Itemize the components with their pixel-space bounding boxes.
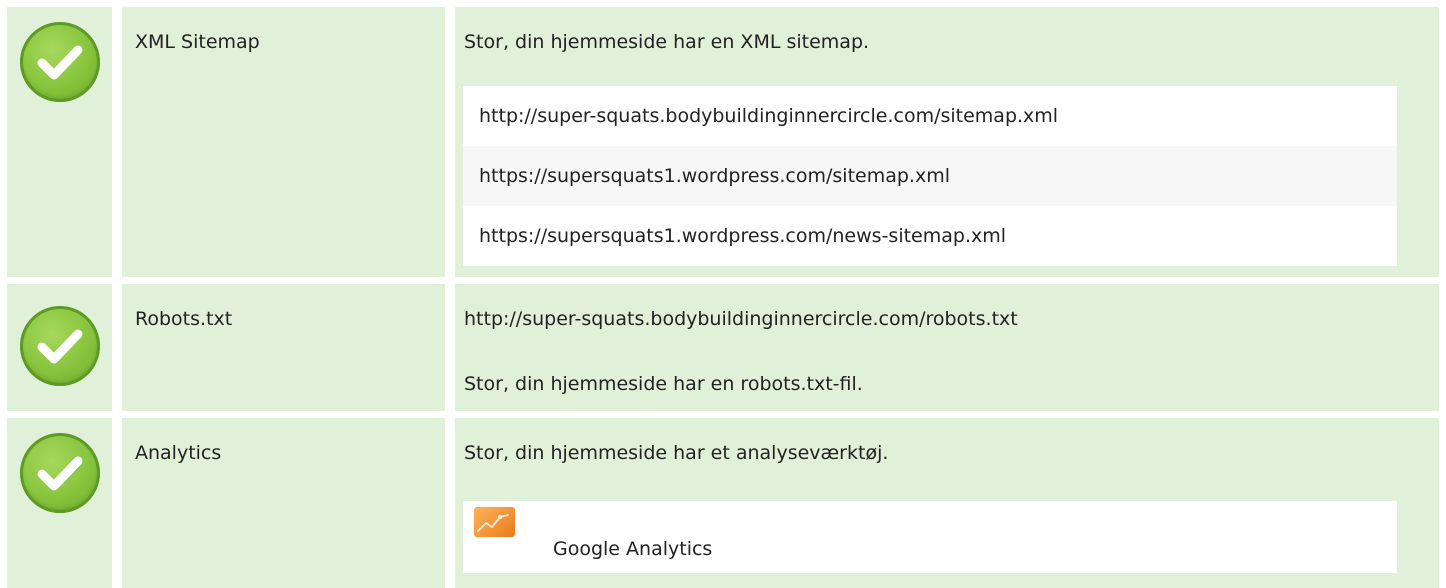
check-circle-icon [20, 433, 100, 513]
google-analytics-icon [474, 507, 515, 537]
robots-label: Robots.txt [135, 308, 233, 330]
sitemap-url[interactable]: http://super-squats.bodybuildinginnercir… [463, 86, 1397, 146]
analytics-label: Analytics [135, 442, 222, 464]
content-cell: Stor, din hjemmeside har en XML sitemap.… [455, 7, 1439, 277]
status-cell [7, 284, 112, 411]
label-cell: XML Sitemap [122, 7, 445, 277]
status-cell [7, 7, 112, 277]
sitemap-label: XML Sitemap [135, 31, 260, 53]
content-cell: Stor, din hjemmeside har et analyseværkt… [455, 418, 1439, 588]
sitemap-row: XML Sitemap Stor, din hjemmeside har en … [0, 7, 1446, 277]
sitemap-url[interactable]: https://supersquats1.wordpress.com/news-… [463, 206, 1397, 266]
analytics-tool-name: Google Analytics [553, 538, 713, 560]
check-circle-icon [20, 306, 100, 386]
sitemap-url-list: http://super-squats.bodybuildinginnercir… [463, 86, 1397, 266]
content-cell: http://super-squats.bodybuildinginnercir… [455, 284, 1439, 411]
robots-message: Stor, din hjemmeside har en robots.txt-f… [464, 373, 863, 395]
check-circle-icon [20, 22, 100, 102]
label-cell: Robots.txt [122, 284, 445, 411]
status-cell [7, 418, 112, 588]
sitemap-message: Stor, din hjemmeside har en XML sitemap. [464, 31, 870, 53]
robots-url[interactable]: http://super-squats.bodybuildinginnercir… [464, 307, 1018, 331]
sitemap-url[interactable]: https://supersquats1.wordpress.com/sitem… [463, 146, 1397, 206]
label-cell: Analytics [122, 418, 445, 588]
analytics-row: Analytics Stor, din hjemmeside har et an… [0, 418, 1446, 588]
analytics-tool-item: Google Analytics [463, 501, 1397, 573]
analytics-message: Stor, din hjemmeside har et analyseværkt… [464, 442, 889, 464]
robots-row: Robots.txt http://super-squats.bodybuild… [0, 284, 1446, 411]
